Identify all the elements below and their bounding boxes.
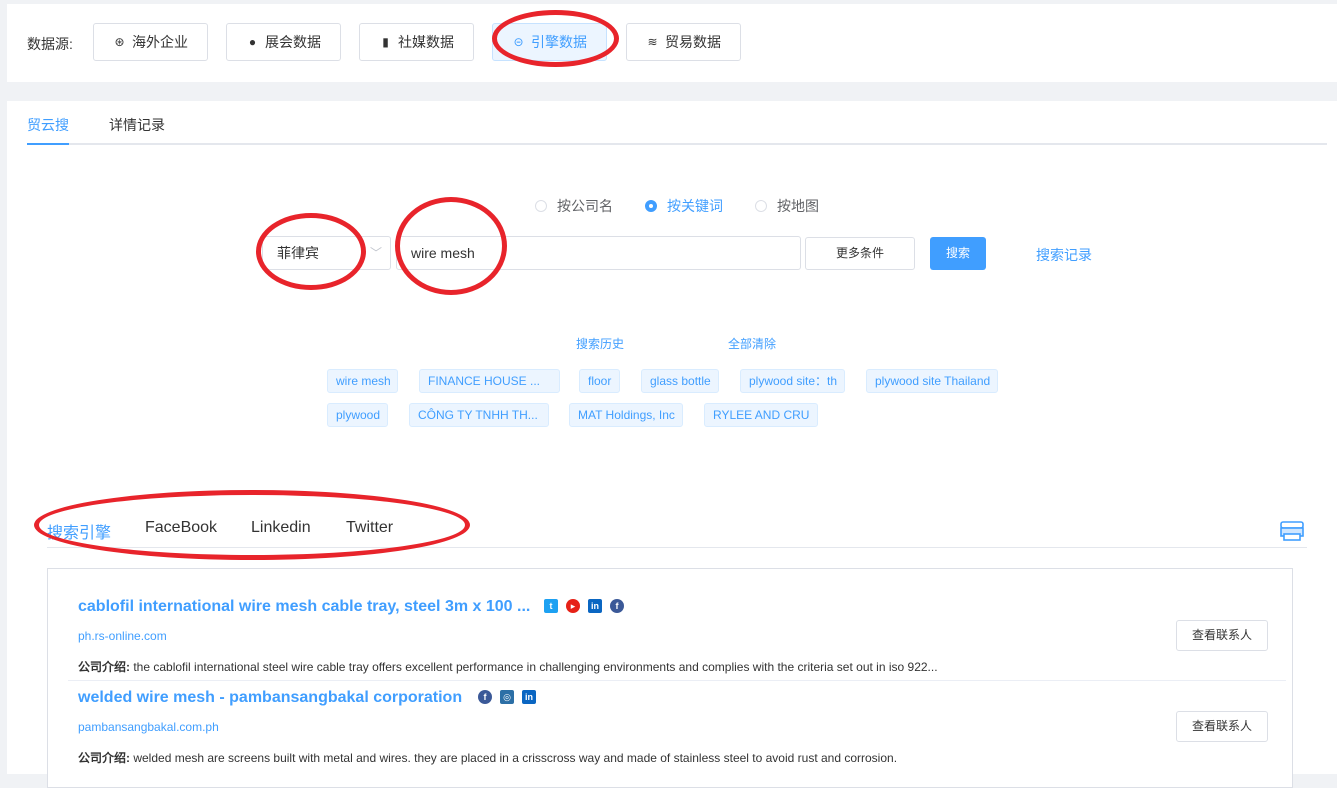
tab-facebook[interactable]: FaceBook	[145, 519, 217, 537]
source-button-label: 社媒数据	[398, 34, 454, 50]
data-source-bar: 数据源: ⊛ 海外企业 ● 展会数据 ▮ 社媒数据 ⊝ 引擎数据 ≋ 贸易数据	[7, 4, 1337, 82]
tab-linkedin[interactable]: Linkedin	[251, 519, 311, 537]
engine-tabs: 搜索引擎 FaceBook Linkedin Twitter	[47, 515, 1307, 548]
description-text: welded mesh are screens built with metal…	[130, 751, 898, 765]
print-icon[interactable]	[1280, 520, 1304, 542]
result-description: 公司介绍: the cablofil international steel w…	[78, 658, 938, 675]
radio-label: 按地图	[777, 198, 819, 214]
source-social-button[interactable]: ▮ 社媒数据	[359, 23, 474, 61]
person-icon: ●	[248, 35, 257, 49]
data-source-label: 数据源:	[27, 36, 73, 52]
radio-keyword[interactable]: 按关键词	[645, 196, 723, 216]
facebook-icon[interactable]: f	[478, 690, 492, 704]
history-tag[interactable]: plywood site Thailand	[866, 369, 998, 393]
view-contacts-button[interactable]: 查看联系人	[1176, 711, 1268, 742]
tab-search-engine[interactable]: 搜索引擎	[47, 519, 111, 543]
history-tag[interactable]: floor	[579, 369, 620, 393]
result-url[interactable]: pambansangbakal.com.ph	[78, 720, 219, 734]
history-tag[interactable]: wire mesh	[327, 369, 398, 393]
history-tag[interactable]: plywood	[327, 403, 388, 427]
main-tabs: 贸云搜 详情记录	[27, 115, 1327, 145]
keyword-input[interactable]: wire mesh	[396, 236, 801, 270]
radio-label: 按公司名	[557, 198, 613, 214]
source-exhibition-button[interactable]: ● 展会数据	[226, 23, 341, 61]
source-trade-button[interactable]: ≋ 贸易数据	[626, 23, 741, 61]
keyword-value: wire mesh	[411, 245, 475, 261]
result-divider	[68, 680, 1286, 681]
result-item: cablofil international wire mesh cable t…	[68, 598, 1286, 678]
result-item: welded wire mesh - pambansangbakal corpo…	[68, 689, 1286, 769]
country-value: 菲律宾	[277, 245, 319, 261]
result-socials: t ▸ in f	[544, 599, 624, 613]
instagram-icon[interactable]: ◎	[500, 690, 514, 704]
youtube-icon[interactable]: ▸	[566, 599, 580, 613]
search-button[interactable]: 搜索	[930, 237, 986, 270]
engine-icon: ⊝	[513, 35, 524, 49]
source-overseas-button[interactable]: ⊛ 海外企业	[93, 23, 208, 61]
radio-label: 按关键词	[667, 198, 723, 214]
source-button-label: 贸易数据	[665, 34, 721, 50]
history-tag[interactable]: RYLEE AND CRU	[704, 403, 818, 427]
source-engine-button[interactable]: ⊝ 引擎数据	[492, 23, 607, 61]
linkedin-icon[interactable]: in	[588, 599, 602, 613]
source-button-label: 展会数据	[265, 34, 321, 50]
history-tag[interactable]: FINANCE HOUSE ...	[419, 369, 560, 393]
stack-icon: ≋	[647, 35, 658, 49]
search-records-link[interactable]: 搜索记录	[1036, 245, 1092, 265]
view-contacts-button[interactable]: 查看联系人	[1176, 620, 1268, 651]
radio-circle[interactable]	[755, 200, 767, 212]
history-tag[interactable]: glass bottle	[641, 369, 719, 393]
tab-detail-records[interactable]: 详情记录	[109, 115, 165, 143]
history-tag[interactable]: MAT Holdings, Inc	[569, 403, 683, 427]
linkedin-icon[interactable]: in	[522, 690, 536, 704]
description-text: the cablofil international steel wire ca…	[130, 660, 938, 674]
result-title[interactable]: welded wire mesh - pambansangbakal corpo…	[78, 689, 462, 707]
result-title[interactable]: cablofil international wire mesh cable t…	[78, 598, 530, 616]
radio-company-name[interactable]: 按公司名	[535, 196, 613, 216]
twitter-icon[interactable]: t	[544, 599, 558, 613]
result-socials: f ◎ in	[478, 690, 536, 704]
history-tag[interactable]: CÔNG TY TNHH TH...	[409, 403, 549, 427]
search-history-title: 搜索历史	[576, 337, 625, 351]
clear-all-link[interactable]: 全部清除	[728, 335, 776, 352]
tab-twitter[interactable]: Twitter	[346, 519, 393, 537]
result-description: 公司介绍: welded mesh are screens built with…	[78, 749, 897, 766]
country-select[interactable]: 菲律宾 ﹀	[262, 236, 391, 270]
main-panel: 贸云搜 详情记录 按公司名 按关键词 按地图 菲律宾 ﹀ wire mesh 更…	[7, 101, 1337, 788]
description-label: 公司介绍:	[78, 751, 130, 765]
history-tag[interactable]: plywood site：th	[740, 369, 845, 393]
description-label: 公司介绍:	[78, 660, 130, 674]
source-button-label: 引擎数据	[531, 34, 587, 50]
more-conditions-button[interactable]: 更多条件	[805, 237, 915, 270]
book-icon: ▮	[382, 35, 389, 49]
radio-circle[interactable]	[645, 200, 657, 212]
radio-circle[interactable]	[535, 200, 547, 212]
tab-maoyunsou[interactable]: 贸云搜	[27, 115, 69, 145]
radio-map[interactable]: 按地图	[755, 196, 819, 216]
facebook-icon[interactable]: f	[610, 599, 624, 613]
globe-icon: ⊛	[114, 35, 125, 49]
result-url[interactable]: ph.rs-online.com	[78, 629, 167, 643]
source-button-label: 海外企业	[132, 34, 188, 50]
results-list: cablofil international wire mesh cable t…	[47, 568, 1293, 788]
chevron-down-icon: ﹀	[369, 246, 382, 260]
